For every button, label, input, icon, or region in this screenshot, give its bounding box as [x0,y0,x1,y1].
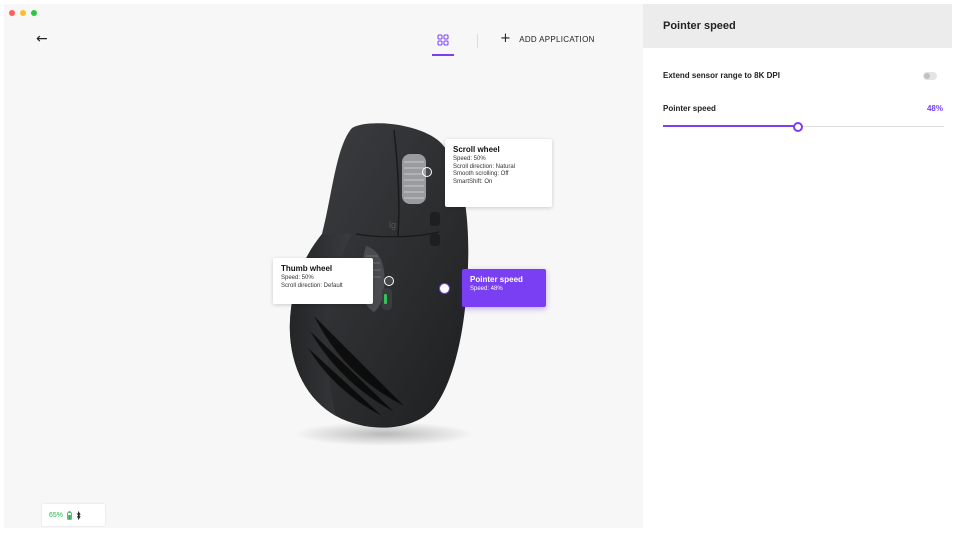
device-grid-icon [437,34,449,46]
add-application-label: ADD APPLICATION [519,34,595,44]
pointer-speed-callout-title: Pointer speed [470,275,523,284]
toggle-knob [924,73,930,79]
thumb-wheel-callout[interactable]: Thumb wheel Speed: 50% Scroll direction:… [273,258,373,304]
arrow-left-icon: ← [36,31,48,47]
tab-device[interactable] [432,32,454,56]
settings-panel: Pointer speed Extend sensor range to 8K … [643,4,952,528]
thumb-wheel-speed: Speed: 50% [281,275,314,281]
battery-status: 65% [42,504,105,526]
svg-text:lg: lg [389,220,396,230]
scroll-wheel-hotspot[interactable] [422,167,432,177]
battery-charging-icon [67,510,72,520]
slider-fill [663,125,798,127]
scroll-wheel-callout[interactable]: Scroll wheel Speed: 50% Scroll direction… [445,139,552,207]
thumb-wheel-hotspot[interactable] [384,276,394,286]
pointer-speed-row: Pointer speed 48% [663,104,943,116]
active-tab-indicator [432,54,454,56]
thumb-wheel-callout-title: Thumb wheel [281,264,333,273]
scroll-wheel-callout-title: Scroll wheel [453,145,500,154]
scroll-wheel-smartshift: SmartShift: On [453,178,493,185]
bluetooth-icon [76,510,81,520]
panel-title: Pointer speed [643,4,952,48]
zoom-window-button[interactable] [31,10,37,16]
pointer-speed-label: Pointer speed [663,104,716,113]
add-application-button[interactable]: + ADD APPLICATION [500,31,595,46]
back-button[interactable]: ← [36,32,54,46]
scroll-wheel-smooth: Smooth scrolling: Off [453,171,509,178]
extend-sensor-label: Extend sensor range to 8K DPI [663,71,780,80]
scroll-wheel-direction: Scroll direction: Natural [453,163,516,170]
extend-sensor-row: Extend sensor range to 8K DPI [663,71,943,85]
scroll-wheel-speed: Speed: 50% [453,156,486,162]
thumb-wheel-direction: Scroll direction: Default [281,282,343,289]
plus-icon: + [500,31,512,46]
pointer-speed-callout[interactable]: Pointer speed Speed: 48% [462,269,546,307]
window-controls [9,10,37,16]
pointer-speed-callout-value: Speed: 48% [470,286,503,292]
close-window-button[interactable] [9,10,15,16]
tab-divider [477,34,478,48]
pointer-speed-slider[interactable] [663,122,944,132]
minimize-window-button[interactable] [20,10,26,16]
pointer-speed-hotspot[interactable] [439,283,450,294]
pointer-speed-value: 48% [926,104,943,113]
slider-thumb[interactable] [793,122,803,132]
battery-level: 65% [49,511,64,519]
extend-sensor-toggle[interactable] [923,72,937,80]
